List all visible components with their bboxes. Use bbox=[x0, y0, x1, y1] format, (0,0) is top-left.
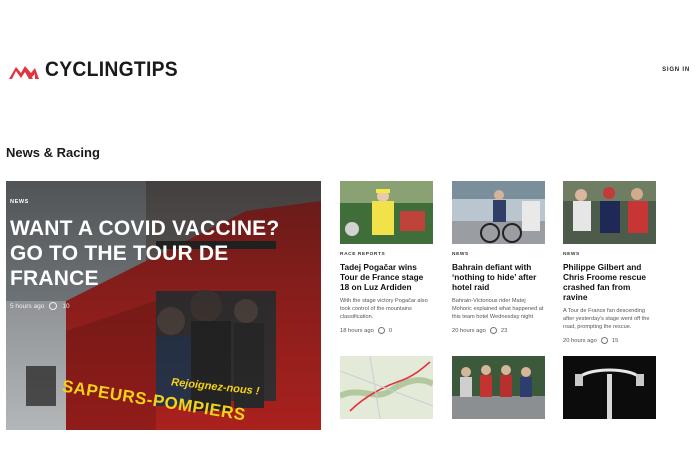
brand-name: CYCLINGTIPS bbox=[45, 58, 178, 81]
article-meta: 20 hours ago 23 bbox=[452, 327, 545, 334]
article-card[interactable] bbox=[340, 356, 433, 419]
article-card[interactable] bbox=[563, 356, 656, 419]
article-time: 20 hours ago bbox=[563, 337, 597, 344]
article-excerpt: A Tour de France fan descending after ye… bbox=[563, 308, 650, 330]
comment-icon bbox=[489, 327, 497, 334]
comment-icon bbox=[600, 337, 608, 344]
site-header: CYCLINGTIPS SIGN IN bbox=[0, 0, 696, 120]
article-image[interactable] bbox=[563, 181, 656, 244]
article-time: 20 hours ago bbox=[452, 327, 486, 334]
article-tag[interactable]: NEWS bbox=[452, 252, 545, 257]
hero-tag[interactable]: NEWS bbox=[10, 199, 29, 205]
hero-meta: 5 hours ago 10 bbox=[10, 302, 70, 310]
article-image[interactable] bbox=[563, 356, 656, 419]
hero-title[interactable]: WANT A COVID VACCINE? GO TO THE TOUR DE … bbox=[10, 216, 300, 291]
article-title[interactable]: Philippe Gilbert and Chris Froome rescue… bbox=[563, 262, 656, 302]
hero-comment-count[interactable]: 10 bbox=[62, 303, 69, 310]
comment-count[interactable]: 23 bbox=[501, 328, 507, 334]
article-title[interactable]: Bahrain defiant with ‘nothing to hide’ a… bbox=[452, 262, 545, 292]
comment-icon bbox=[49, 302, 58, 310]
article-card[interactable]: NEWS Bahrain defiant with ‘nothing to hi… bbox=[452, 181, 545, 334]
article-image[interactable] bbox=[452, 356, 545, 419]
article-image[interactable] bbox=[452, 181, 545, 244]
comment-icon bbox=[377, 327, 385, 334]
article-card[interactable] bbox=[452, 356, 545, 419]
comment-count[interactable]: 0 bbox=[389, 328, 392, 334]
sign-in-link[interactable]: SIGN IN bbox=[662, 67, 690, 73]
article-meta: 18 hours ago 0 bbox=[340, 327, 433, 334]
article-tag[interactable]: RACE REPORTS bbox=[340, 252, 433, 257]
comment-count[interactable]: 15 bbox=[612, 338, 618, 344]
article-image[interactable] bbox=[340, 181, 433, 244]
article-excerpt: With the stage victory Pogačar also took… bbox=[340, 298, 428, 320]
hero-time: 5 hours ago bbox=[10, 302, 45, 310]
article-card[interactable]: RACE REPORTS Tadej Pogačar wins Tour de … bbox=[340, 181, 433, 334]
article-excerpt: Bahrain-Victorious rider Matej Mohoric e… bbox=[452, 298, 544, 320]
article-time: 18 hours ago bbox=[340, 327, 374, 334]
logo-mountain-icon bbox=[9, 66, 39, 79]
article-card[interactable]: NEWS Philippe Gilbert and Chris Froome r… bbox=[563, 181, 656, 344]
section-title: News & Racing bbox=[6, 145, 100, 160]
article-image-map[interactable] bbox=[340, 356, 433, 419]
article-title[interactable]: Tadej Pogačar wins Tour de France stage … bbox=[340, 262, 433, 292]
article-meta: 20 hours ago 15 bbox=[563, 337, 656, 344]
site-logo[interactable]: CYCLINGTIPS bbox=[9, 58, 189, 82]
article-tag[interactable]: NEWS bbox=[563, 252, 656, 257]
